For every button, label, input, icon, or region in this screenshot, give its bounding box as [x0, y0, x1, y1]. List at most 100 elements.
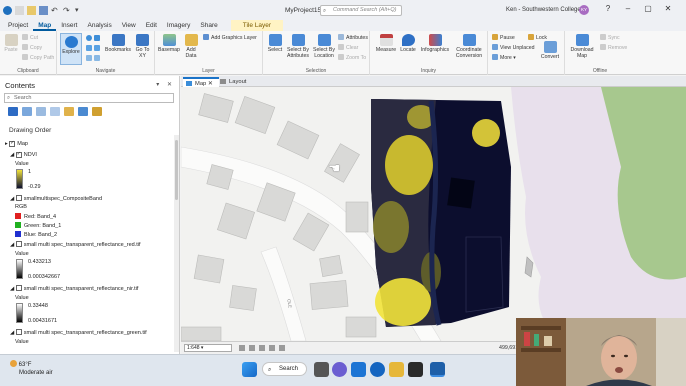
undo-icon[interactable]: ↶	[51, 6, 60, 15]
nir-color-ramp[interactable]	[16, 303, 23, 323]
save-icon[interactable]	[39, 5, 48, 15]
weather-widget[interactable]: 63°F Moderate air	[10, 360, 53, 377]
add-data-button[interactable]: Add Data	[182, 34, 200, 59]
layer-composite[interactable]: ◢ smallmultispec_CompositeBand	[10, 195, 102, 202]
scrollbar-thumb[interactable]	[175, 140, 178, 200]
user-name[interactable]: Ken - Southwestern College	[506, 7, 581, 13]
green-tif-checkbox[interactable]	[15, 329, 22, 335]
infographics-label: Infographics	[420, 47, 450, 53]
select-by-location-button[interactable]: Select By Location	[311, 34, 337, 59]
convert-button[interactable]: Convert	[540, 41, 560, 60]
zoom-to-selection-button[interactable]: Zoom To	[338, 54, 366, 62]
task-view-icon[interactable]	[314, 362, 329, 377]
map-node[interactable]: ▸ Map	[5, 141, 28, 147]
layer-ndvi[interactable]: ◢ NDVI	[10, 152, 37, 158]
list-by-editing-icon[interactable]	[50, 107, 60, 116]
ndvi-color-ramp[interactable]	[16, 169, 23, 189]
more-button[interactable]: More ▾	[492, 54, 516, 62]
layer-nir-tif[interactable]: ◢ small multi spec_transparent_reflectan…	[10, 285, 138, 292]
go-to-xy-button[interactable]: Go To XY	[133, 34, 152, 59]
view-unplaced-button[interactable]: View Unplaced	[492, 44, 535, 52]
cut-button[interactable]: Cut	[22, 34, 38, 42]
add-graphics-layer-button[interactable]: Add Graphics Layer	[203, 34, 257, 42]
copy-button[interactable]: Copy	[22, 44, 42, 52]
map-checkbox[interactable]	[9, 141, 16, 147]
file-explorer-icon[interactable]	[389, 362, 404, 377]
tab-view[interactable]: View	[117, 20, 141, 31]
map-canvas[interactable]: OLE ☚	[181, 87, 686, 341]
composite-checkbox[interactable]	[15, 195, 22, 201]
list-by-source-icon[interactable]	[22, 107, 32, 116]
list-by-drawing-order-icon[interactable]	[8, 107, 18, 116]
bookmarks-button[interactable]: Bookmarks	[105, 34, 131, 53]
tab-map-view[interactable]: Map ✕	[183, 77, 219, 87]
nir-tif-checkbox[interactable]	[15, 285, 22, 291]
tab-share[interactable]: Share	[195, 20, 222, 31]
sync-button[interactable]: Sync	[600, 34, 620, 42]
tab-map[interactable]: Map	[33, 20, 57, 31]
layer-green-tif[interactable]: ◢ small multi spec_transparent_reflectan…	[10, 329, 147, 336]
close-button[interactable]: ✕	[661, 3, 675, 15]
list-by-selection-icon[interactable]	[36, 107, 46, 116]
explore-button[interactable]: Explore	[60, 33, 82, 65]
zoom-icons[interactable]	[86, 45, 102, 53]
scale-lock-icon[interactable]	[239, 345, 245, 351]
tab-analysis[interactable]: Analysis	[83, 20, 117, 31]
tab-tile-layer[interactable]: Tile Layer	[230, 20, 284, 31]
zoom-app-icon[interactable]	[370, 362, 385, 377]
arcgis-pro-taskbar-icon[interactable]	[430, 362, 445, 377]
contents-search-input[interactable]: ⌕ Search	[4, 93, 174, 103]
prev-next-extent-icons[interactable]	[86, 55, 102, 63]
contents-scrollbar[interactable]	[174, 135, 179, 352]
pane-controls[interactable]: ▾ ✕	[156, 81, 175, 88]
remove-button[interactable]: Remove	[600, 44, 627, 52]
redo-icon[interactable]: ↷	[63, 6, 72, 15]
red-color-ramp[interactable]	[16, 259, 23, 279]
coordinate-conversion-button[interactable]: Coordinate Conversion	[453, 34, 485, 59]
grid-icon[interactable]	[249, 345, 255, 351]
locate-button[interactable]: Locate	[399, 34, 417, 53]
start-icon[interactable]	[242, 362, 257, 377]
snapping-icon[interactable]	[279, 345, 285, 351]
clear-selection-button[interactable]: Clear	[338, 44, 358, 52]
customize-toolbar-icon[interactable]: ▾	[75, 6, 84, 15]
command-search-input[interactable]: ⌕ Command Search (Alt+Q)	[320, 5, 402, 16]
measure-button[interactable]: Measure	[375, 34, 397, 53]
tab-layout-view[interactable]: Layout	[217, 77, 252, 87]
edge-icon[interactable]	[351, 362, 366, 377]
tab-edit[interactable]: Edit	[141, 20, 162, 31]
paste-button[interactable]: Paste	[3, 34, 19, 53]
infographics-button[interactable]: Infographics	[419, 34, 451, 53]
new-project-icon[interactable]	[15, 5, 24, 15]
taskbar-search[interactable]: ⌕ Search	[262, 362, 307, 376]
download-map-button[interactable]: Download Map	[568, 34, 596, 59]
tab-imagery[interactable]: Imagery	[162, 20, 195, 31]
tab-insert[interactable]: Insert	[56, 20, 82, 31]
teams-icon[interactable]	[332, 362, 347, 377]
weather-condition: Moderate air	[19, 370, 53, 376]
basemap-button[interactable]: Basemap	[158, 34, 180, 53]
list-by-perspective-icon[interactable]	[92, 107, 102, 116]
maximize-button[interactable]: ▢	[641, 3, 655, 15]
select-by-attributes-button[interactable]: Select By Attributes	[285, 34, 311, 59]
list-by-labeling-icon[interactable]	[78, 107, 88, 116]
select-button[interactable]: Select	[266, 34, 284, 53]
pause-labels-button[interactable]: Pause	[492, 34, 515, 42]
navigator-icon[interactable]	[269, 345, 275, 351]
help-icon[interactable]: ?	[601, 3, 615, 15]
layer-red-tif[interactable]: ◢ small multi spec_transparent_reflectan…	[10, 241, 141, 248]
ndvi-checkbox[interactable]	[15, 152, 22, 158]
attributes-button[interactable]: Attributes	[338, 34, 368, 42]
minimize-button[interactable]: –	[621, 3, 635, 15]
avatar[interactable]: KY	[579, 5, 589, 15]
terminal-icon[interactable]	[408, 362, 423, 377]
copy-path-button[interactable]: Copy Path	[22, 54, 54, 62]
scale-selector[interactable]: 1:648 ▾	[184, 344, 232, 352]
open-project-icon[interactable]	[27, 5, 36, 15]
drawing-order-heading: Drawing Order	[9, 127, 52, 134]
full-extent-icon[interactable]	[86, 35, 102, 43]
fixed-zoom-icon[interactable]	[259, 345, 265, 351]
list-by-snapping-icon[interactable]	[64, 107, 74, 116]
red-tif-checkbox[interactable]	[15, 241, 22, 247]
tab-project[interactable]: Project	[3, 20, 33, 31]
